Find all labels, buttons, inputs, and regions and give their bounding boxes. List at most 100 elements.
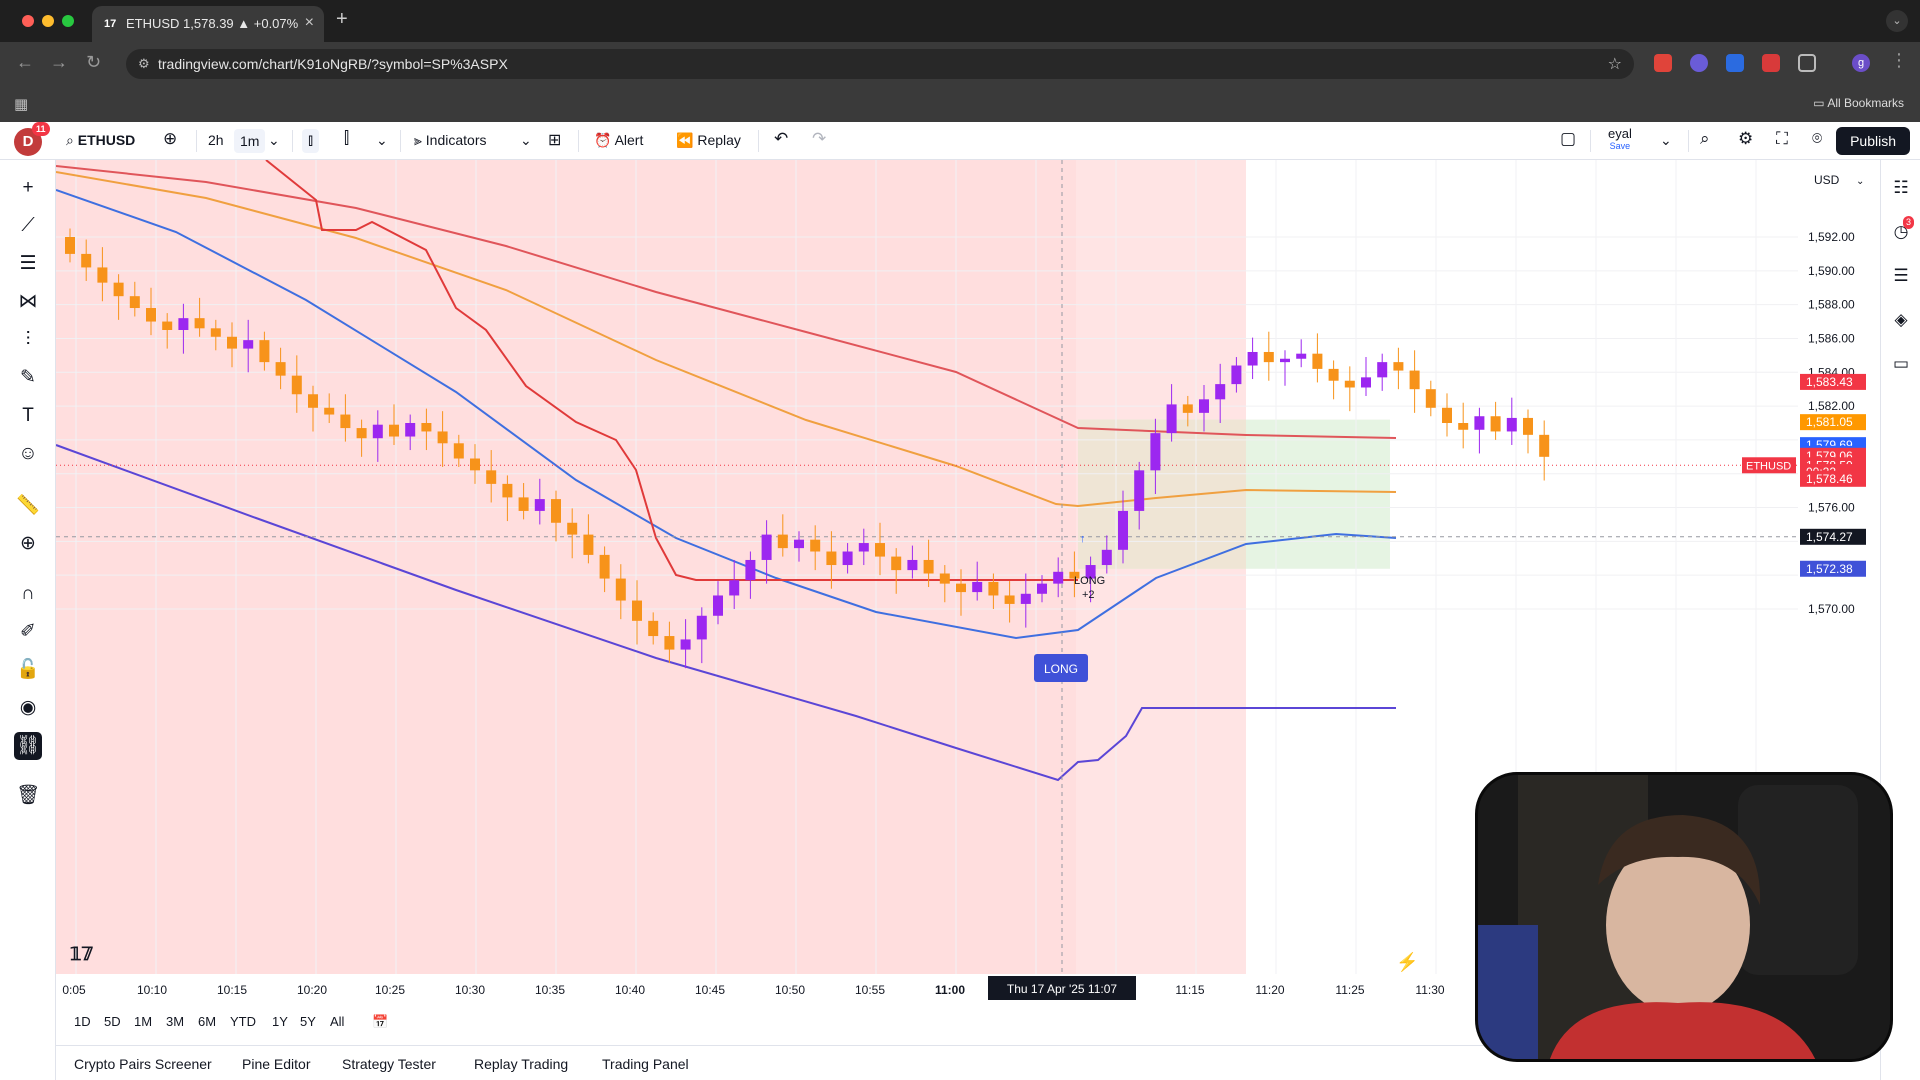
candle-body [1474,416,1485,430]
publish-button[interactable]: Publish [1836,127,1910,155]
go-to-date-icon[interactable]: 📅 [372,1014,388,1030]
link-icon[interactable]: ⛓ [14,732,42,760]
watchlist-icon[interactable]: ☷ [1889,176,1913,200]
close-window-icon[interactable] [22,15,34,27]
forward-icon[interactable]: → [50,52,68,73]
range-all[interactable]: All [330,1014,344,1029]
bookmark-star-icon[interactable]: ☆ [1608,54,1622,74]
minimize-window-icon[interactable] [42,15,54,27]
pattern-tool-icon[interactable]: ⋈ [14,288,42,316]
layers-icon[interactable]: ◈ [1889,308,1913,332]
layout-select-icon[interactable]: ▢ [1560,129,1576,149]
profile-avatar[interactable]: g [1852,54,1870,72]
tab-strategy-tester[interactable]: Strategy Tester [342,1056,436,1072]
tab-pine-editor[interactable]: Pine Editor [242,1056,310,1072]
extension-icon[interactable] [1762,54,1780,72]
undo-icon[interactable]: ↶ [774,129,788,149]
chat-icon[interactable]: ▭ [1889,352,1913,376]
reload-icon[interactable]: ↻ [86,52,101,73]
back-icon[interactable]: ← [16,52,34,73]
lock-icon[interactable]: 🔓 [14,656,42,684]
candle-body [194,318,205,329]
indicators-dropdown-icon[interactable]: ⌄ [520,132,532,149]
brush-icon[interactable]: ✎ [14,364,42,392]
avatar-letter: D [22,133,34,150]
session-highlight [56,160,1246,974]
redo-icon[interactable]: ↷ [812,129,826,149]
trend-line-icon[interactable]: ⟋ [14,212,42,240]
interval-1m[interactable]: 1m [234,129,266,153]
interval-2h[interactable]: 2h [208,132,224,148]
snapshot-camera-icon[interactable]: ⌾ [1812,129,1822,149]
site-info-icon[interactable]: ⚙ [138,56,150,72]
layout-save-button[interactable]: eyal Save [1608,127,1632,153]
zoom-in-icon[interactable]: ⊕ [14,530,42,558]
browser-menu-icon[interactable]: ⋮ [1890,50,1908,71]
range-1y[interactable]: 1Y [272,1014,288,1029]
compare-add-icon[interactable]: ⊕ [163,129,177,149]
all-bookmarks-label: All Bookmarks [1827,96,1904,110]
candle-body [421,423,432,432]
tab-search-icon[interactable]: ⌄ [1886,10,1908,32]
time-tick-label: 10:10 [137,983,167,997]
chart-type-dropdown-icon[interactable]: ⌄ [376,132,388,149]
tab-crypto-pairs-screener[interactable]: Crypto Pairs Screener [74,1056,212,1072]
candle-body [389,424,399,437]
alert-button[interactable]: ⏰ Alert [594,132,643,149]
new-tab-icon[interactable]: + [336,8,348,31]
range-1d[interactable]: 1D [74,1014,91,1029]
time-tick-label: 11:00 [935,983,965,997]
text-tool-icon[interactable]: T [14,402,42,430]
range-5y[interactable]: 5Y [300,1014,316,1029]
zoom-window-icon[interactable] [62,15,74,27]
candle-body [243,340,254,349]
candle-body [1231,365,1242,385]
range-5d[interactable]: 5D [104,1014,121,1029]
all-bookmarks-link[interactable]: ▭ All Bookmarks [1813,96,1904,110]
fib-retracement-icon[interactable]: ☰ [14,250,42,278]
layout-dropdown-icon[interactable]: ⌄ [1660,132,1672,149]
settings-gear-icon[interactable]: ⚙ [1738,129,1753,149]
quick-search-icon[interactable]: ⌕ [1700,129,1710,149]
object-tree-icon[interactable]: ☰ [1889,264,1913,288]
chart-type-icon[interactable]: ⫿ [344,130,349,148]
range-1m[interactable]: 1M [134,1014,152,1029]
candle-body [858,543,869,552]
extensions-puzzle-icon[interactable] [1798,54,1816,72]
time-tick-label: 10:35 [535,983,565,997]
symbol-search[interactable]: ⌕ ETHUSD [66,132,135,149]
stay-drawing-icon[interactable]: ✐ [14,618,42,646]
crosshair-icon[interactable]: + [14,174,42,202]
user-avatar[interactable]: D 11 [14,122,50,156]
forecast-tool-icon[interactable]: ⫶ [14,326,42,354]
eye-icon[interactable]: ◉ [14,694,42,722]
fullscreen-icon[interactable]: ⛶ [1776,129,1788,149]
candle-body [1328,368,1339,381]
bookmarks-bar: ▦ ▭ All Bookmarks [0,86,1920,122]
emoji-icon[interactable]: ☺ [14,440,42,468]
long-signal-label: LONG [1074,575,1105,587]
range-3m[interactable]: 3M [166,1014,184,1029]
close-tab-icon[interactable]: × [305,14,314,32]
extension-icon[interactable] [1690,54,1708,72]
candle-body [810,539,821,552]
browser-tab[interactable]: 17 ETHUSD 1,578.39 ▲ +0.07% × [92,6,324,42]
tab-replay-trading[interactable]: Replay Trading [474,1056,568,1072]
candle-body [1361,377,1371,388]
bar-style-icon[interactable]: ⫾ [302,129,320,153]
trash-icon[interactable]: 🗑 [14,782,42,810]
extension-icon[interactable] [1654,54,1672,72]
candle-body [939,573,950,584]
apps-grid-icon[interactable]: ▦ [14,95,28,113]
extension-icon[interactable] [1726,54,1744,72]
ruler-icon[interactable]: 📏 [14,492,42,520]
indicator-templates-icon[interactable]: ⊞ [548,130,561,150]
magnet-icon[interactable]: ∩ [14,580,42,608]
replay-button[interactable]: ⏪ Replay [676,132,741,149]
url-field[interactable]: ⚙ tradingview.com/chart/K91oNgRB/?symbol… [126,49,1634,79]
range-6m[interactable]: 6M [198,1014,216,1029]
tab-trading-panel[interactable]: Trading Panel [602,1056,689,1072]
indicators-button[interactable]: ⫸ Indicators [414,132,487,149]
interval-dropdown-icon[interactable]: ⌄ [268,132,280,149]
range-ytd[interactable]: YTD [230,1014,256,1029]
